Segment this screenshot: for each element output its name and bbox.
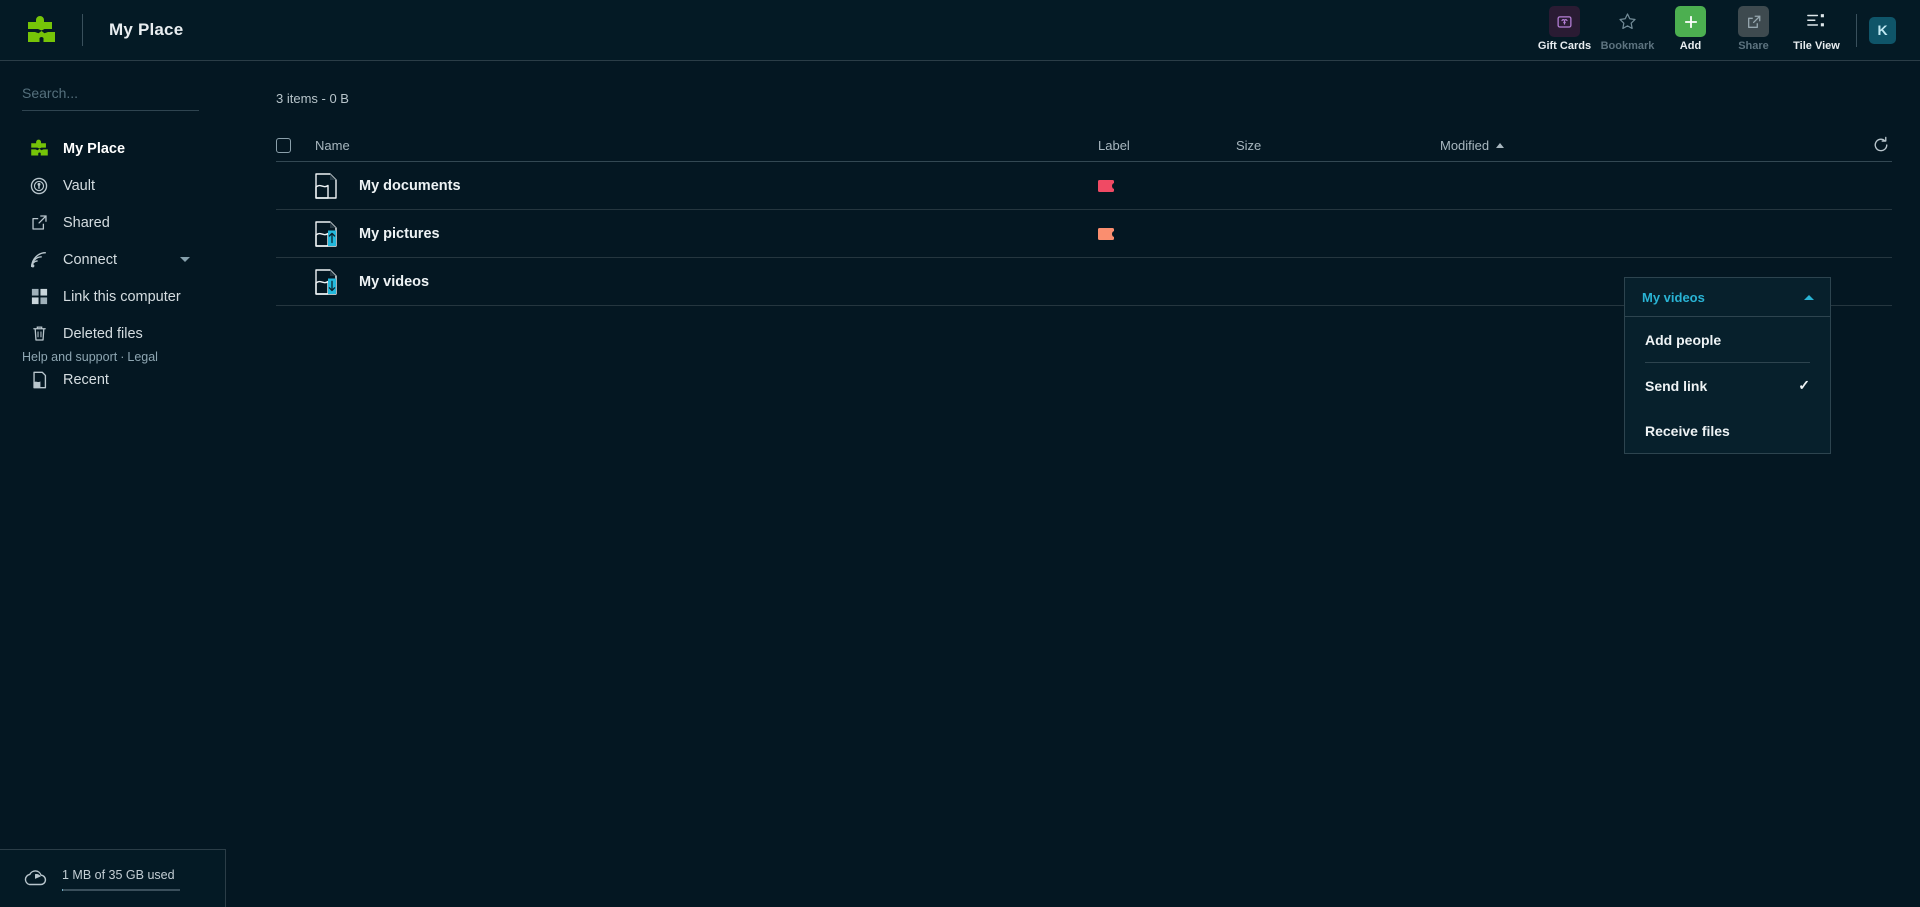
dropdown-item-label: Add people — [1645, 331, 1722, 348]
toolbar-divider — [1856, 13, 1857, 47]
file-name-cell: My videos — [315, 268, 1098, 295]
page-title: My Place — [109, 20, 184, 39]
toolbar-tile-view-label: Tile View — [1793, 40, 1840, 52]
label-cell — [1098, 179, 1236, 192]
header-divider — [82, 14, 83, 46]
avatar[interactable]: K — [1869, 16, 1896, 44]
toolbar-add-button[interactable]: Add — [1659, 0, 1722, 60]
file-name-cell: My pictures — [315, 220, 1098, 247]
toolbar-gift-cards-button[interactable]: Gift Cards — [1533, 0, 1596, 60]
sidebar-item-label: Recent — [63, 371, 109, 388]
file-document-icon — [315, 172, 337, 199]
tile-view-icon — [1801, 6, 1832, 37]
sidebar-item-label: My Place — [63, 140, 126, 157]
toolbar-bookmark-button[interactable]: Bookmark — [1596, 0, 1659, 60]
status-badge — [1098, 179, 1117, 192]
recent-document-icon — [28, 369, 50, 391]
sidebar-item-link-this-computer[interactable]: Link this computer — [0, 278, 224, 315]
sidebar-item-label: Link this computer — [63, 288, 181, 305]
dropdown-title: My videos — [1642, 289, 1705, 305]
toolbar-share-label: Share — [1738, 40, 1769, 52]
refresh-icon[interactable] — [1872, 136, 1890, 154]
table-row[interactable]: My pictures — [276, 210, 1892, 258]
trash-icon — [28, 323, 50, 345]
column-header-modified[interactable]: Modified — [1440, 138, 1770, 153]
sidebar-item-recent[interactable]: Recent — [0, 361, 224, 398]
main-content: 3 items - 0 B Name Label Size Modified M… — [224, 61, 1920, 907]
storage-indicator[interactable]: 1 MB of 35 GB used — [0, 849, 226, 907]
gift-card-icon — [1549, 6, 1580, 37]
dropdown-item-label: Send link — [1645, 377, 1708, 394]
dropdown-item-receive-files[interactable]: Receive files — [1625, 408, 1830, 453]
dropdown-item-label: Receive files — [1645, 422, 1730, 439]
sidebar-item-my-place[interactable]: My Place — [0, 130, 224, 167]
toolbar: Gift Cards Bookmark Add Share Tile View … — [1533, 0, 1920, 60]
file-name: My documents — [359, 177, 461, 194]
storage-usage-text: 1 MB of 35 GB used — [62, 868, 175, 882]
dropdown-item-send-link[interactable]: Send link ✓ — [1625, 363, 1830, 408]
puzzle-logo-icon — [26, 15, 57, 46]
upload-arrow-icon — [328, 230, 336, 246]
share-external-icon — [1738, 6, 1769, 37]
grid-icon — [28, 286, 50, 308]
sidebar-item-label: Deleted files — [63, 325, 143, 342]
file-name-cell: My documents — [315, 172, 1098, 199]
column-header-size[interactable]: Size — [1236, 138, 1440, 153]
item-count-summary: 3 items - 0 B — [276, 91, 349, 106]
file-document-icon — [315, 268, 337, 295]
download-arrow-icon — [328, 278, 336, 294]
file-name: My videos — [359, 273, 430, 290]
search-input[interactable] — [22, 85, 199, 101]
search-container — [22, 85, 199, 111]
footer-separator: · — [120, 350, 125, 364]
vault-lock-icon — [28, 175, 50, 197]
chevron-up-icon[interactable] — [1804, 294, 1814, 300]
sidebar-footer: Help and support · Legal — [22, 350, 158, 364]
status-badge — [1098, 227, 1117, 240]
toolbar-gift-cards-label: Gift Cards — [1537, 40, 1592, 52]
storage-progress-bar — [62, 889, 180, 891]
sidebar-item-label: Vault — [63, 177, 95, 194]
table-row[interactable]: My documents — [276, 162, 1892, 210]
sidebar-item-label: Shared — [63, 214, 110, 231]
column-header-modified-label: Modified — [1440, 138, 1490, 153]
dropdown-header[interactable]: My videos — [1625, 278, 1830, 317]
plus-icon — [1675, 6, 1706, 37]
storage-text-wrap: 1 MB of 35 GB used — [62, 866, 180, 891]
toolbar-bookmark-label: Bookmark — [1600, 40, 1655, 52]
file-name: My pictures — [359, 225, 440, 242]
app-logo[interactable] — [0, 15, 82, 46]
sidebar-item-vault[interactable]: Vault — [0, 167, 224, 204]
sort-ascending-icon — [1496, 143, 1505, 148]
file-document-icon — [315, 220, 337, 247]
sidebar-item-connect[interactable]: Connect — [0, 241, 224, 278]
dropdown-item-add-people[interactable]: Add people — [1625, 317, 1830, 362]
toolbar-share-button[interactable]: Share — [1722, 0, 1785, 60]
select-all-checkbox[interactable] — [276, 138, 291, 153]
sidebar-item-label: Connect — [63, 251, 118, 268]
toolbar-add-label: Add — [1679, 40, 1702, 52]
sidebar: My Place Vault Shared — [0, 61, 226, 907]
table-header-row: Name Label Size Modified — [276, 130, 1892, 162]
puzzle-logo-icon — [28, 138, 50, 160]
cloud-icon — [22, 868, 48, 890]
sidebar-item-shared[interactable]: Shared — [0, 204, 224, 241]
check-icon: ✓ — [1798, 377, 1810, 393]
sidebar-item-deleted-files[interactable]: Deleted files — [0, 315, 224, 352]
help-and-support-link[interactable]: Help and support — [22, 350, 117, 364]
legal-link[interactable]: Legal — [127, 350, 158, 364]
top-bar: My Place Gift Cards Bookmark Add Share T… — [0, 0, 1920, 61]
share-dropdown-menu: My videos Add people Send link ✓ Receive… — [1624, 277, 1831, 454]
chevron-down-icon[interactable] — [180, 257, 190, 262]
broadcast-icon — [28, 249, 50, 271]
column-header-name[interactable]: Name — [315, 138, 1098, 153]
column-header-label[interactable]: Label — [1098, 138, 1236, 153]
share-external-icon — [28, 212, 50, 234]
toolbar-tile-view-button[interactable]: Tile View — [1785, 0, 1848, 60]
star-icon — [1612, 6, 1643, 37]
label-cell — [1098, 227, 1236, 240]
